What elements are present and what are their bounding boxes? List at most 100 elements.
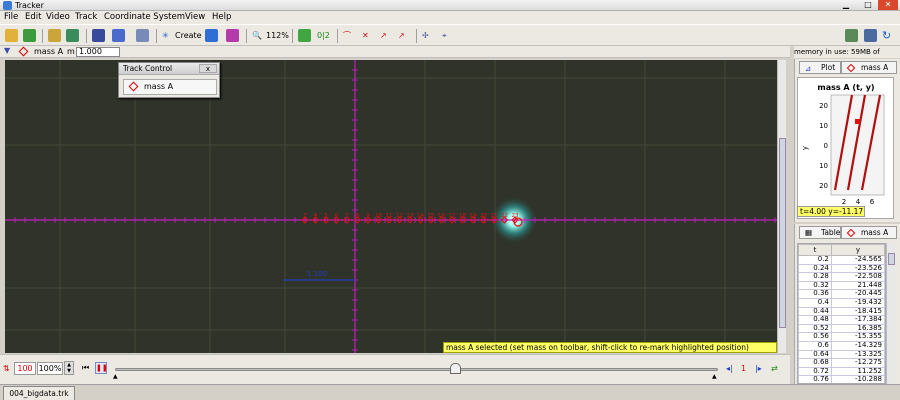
autotrack-icon[interactable]: ✢ xyxy=(422,28,429,43)
create-star-icon[interactable]: ✳ xyxy=(162,28,169,43)
track-list-icon[interactable] xyxy=(205,29,218,42)
menu-track[interactable]: Track xyxy=(75,12,97,22)
step-back-icon[interactable]: ◂| xyxy=(726,364,733,373)
track-name[interactable]: mass A xyxy=(34,47,63,56)
table-row[interactable]: 0.2 -24.565 xyxy=(798,255,885,265)
menu-coordinate-system[interactable]: Coordinate System xyxy=(104,12,185,22)
column-header-t[interactable]: t xyxy=(798,244,832,256)
cell-y[interactable]: -10.288 xyxy=(830,375,885,383)
cell-t[interactable]: 0.28 xyxy=(798,272,832,282)
cell-y[interactable]: -22.508 xyxy=(830,272,885,282)
clip-settings-icon[interactable] xyxy=(92,29,105,42)
table-row[interactable]: 0.76 -10.288 xyxy=(798,375,885,383)
notes-icon[interactable] xyxy=(845,29,858,42)
table-row[interactable]: 0.28 -22.508 xyxy=(798,272,885,282)
start-marker-icon[interactable]: ▲ xyxy=(113,373,118,380)
rate-field[interactable]: 100 xyxy=(14,362,36,375)
table-row[interactable]: 0.4 -19.432 xyxy=(798,297,885,308)
path-icon[interactable]: ⌒ xyxy=(343,28,351,43)
mass-input[interactable]: 1.000 xyxy=(76,47,120,57)
rate-arrows-icon[interactable]: ⇅ xyxy=(3,364,10,373)
cell-y[interactable]: -14.329 xyxy=(830,340,885,351)
cell-y[interactable]: -12.275 xyxy=(830,358,885,368)
cell-t[interactable]: 0.48 xyxy=(798,315,832,325)
import-icon[interactable] xyxy=(66,29,79,42)
frame-slider-thumb[interactable] xyxy=(450,363,461,374)
save-icon[interactable] xyxy=(23,29,36,42)
open-folder-icon[interactable] xyxy=(5,29,18,42)
track-control-window[interactable]: Track Control x mass A xyxy=(118,62,220,98)
zoom-level[interactable]: 112% xyxy=(266,28,289,43)
step-forward-icon[interactable]: |▸ xyxy=(755,364,762,373)
open-video-icon[interactable] xyxy=(48,29,61,42)
track-control-item[interactable]: mass A xyxy=(123,79,217,95)
zoom-field[interactable]: 100% xyxy=(37,362,63,375)
toolbar-separator xyxy=(86,29,87,43)
video-overlay[interactable]: 3 4 5 6 7 8 9 10 11 12 13 14 15 16 17 18 19 20 21 22 23 1.10… xyxy=(5,60,777,353)
menu-view[interactable]: View xyxy=(185,12,205,22)
measuring-tool-icon[interactable]: ⌖ xyxy=(442,28,447,43)
end-marker-icon[interactable]: ▲ xyxy=(712,373,717,380)
zoom-magnifier-icon[interactable]: 🔍 xyxy=(252,28,262,43)
plot-coordinate-readout: t=4.00 y=-11.17 xyxy=(797,206,865,217)
zoom-spinner[interactable]: ▲ ▼ xyxy=(64,361,74,375)
plot-tab[interactable]: ⊿ Plot xyxy=(799,61,841,74)
scrollbar-thumb[interactable] xyxy=(779,138,786,328)
cell-t[interactable]: 0.68 xyxy=(798,358,832,368)
track-menu-chevron-icon[interactable]: ▼ xyxy=(4,46,10,55)
tape-measure-icon[interactable] xyxy=(136,29,149,42)
mass-label: m xyxy=(67,47,75,56)
plot-xtick-label: 6 xyxy=(870,198,875,206)
table-row[interactable]: 0.48 -17.384 xyxy=(798,315,885,325)
cell-t[interactable]: 0.4 xyxy=(798,297,832,308)
velocity-icon[interactable]: ↗ xyxy=(380,28,387,43)
plot-track-tab[interactable]: mass A xyxy=(841,61,897,74)
video-canvas[interactable]: 3 4 5 6 7 8 9 10 11 12 13 14 15 16 17 18 19 20 21 22 23 1.10… xyxy=(5,60,777,353)
minimize-button[interactable]: ▁ xyxy=(836,0,856,10)
menu-file[interactable]: File xyxy=(4,12,18,22)
plot-selected-point[interactable] xyxy=(855,119,860,124)
table-scrollbar[interactable] xyxy=(886,243,895,384)
acceleration-icon[interactable]: ↗ xyxy=(398,28,405,43)
scrollbar-thumb[interactable] xyxy=(888,253,895,265)
cell-y[interactable]: -17.384 xyxy=(830,315,885,325)
menu-bar: File Edit Video Track Coordinate System … xyxy=(0,11,900,24)
table-row[interactable]: 0.6 -14.329 xyxy=(798,340,885,351)
track-diamond-icon xyxy=(846,228,856,238)
frame-slider-track[interactable] xyxy=(115,368,718,371)
footprint-icon[interactable] xyxy=(298,29,311,42)
menu-edit[interactable]: Edit xyxy=(25,12,41,22)
track-point-label: 19 xyxy=(470,213,477,219)
refresh-icon[interactable]: ↻ xyxy=(882,28,891,43)
track-diamond-icon xyxy=(128,81,139,92)
loop-icon[interactable]: ⇄ xyxy=(771,364,778,373)
position-icon[interactable]: ✕ xyxy=(362,28,369,43)
coordinate-axes-icon[interactable] xyxy=(112,29,125,42)
plot-area[interactable]: mass A (t, y) y 20 10 0 10 20 2 4 6 xyxy=(797,77,894,219)
cell-t[interactable]: 0.76 xyxy=(798,375,832,383)
table-track-tab[interactable]: mass A xyxy=(841,226,897,239)
table-tab[interactable]: ▦ Table xyxy=(799,226,841,239)
cell-t[interactable]: 0.2 xyxy=(798,255,832,265)
create-button[interactable]: Create xyxy=(175,28,202,43)
menu-video[interactable]: Video xyxy=(46,12,70,22)
video-scrollbar[interactable] xyxy=(777,60,786,353)
track-control-close-button[interactable]: x xyxy=(199,64,217,73)
trail-toggle[interactable]: 0|2 xyxy=(317,28,330,43)
file-tab[interactable]: 004_bigdata.trk xyxy=(3,386,75,400)
print-icon[interactable] xyxy=(864,29,877,42)
cell-y[interactable]: -24.565 xyxy=(830,255,885,265)
close-button[interactable]: ✕ xyxy=(878,0,898,10)
reset-button[interactable]: ⏮ xyxy=(82,363,89,373)
track-visibility-icon[interactable] xyxy=(226,29,239,42)
pause-button[interactable]: ❚❚ xyxy=(95,362,108,374)
track-point-label: 12 xyxy=(396,213,403,219)
column-header-y[interactable]: y xyxy=(830,244,885,256)
table-grid-icon: ▦ xyxy=(805,228,813,237)
data-table[interactable]: t y 0.2 -24.565 0.24 -23.526 0.28 -22.508 0.32… xyxy=(797,243,886,384)
maximize-button[interactable]: □ xyxy=(858,0,878,10)
table-row[interactable]: 0.68 -12.275 xyxy=(798,358,885,368)
cell-t[interactable]: 0.6 xyxy=(798,340,832,351)
cell-y[interactable]: -19.432 xyxy=(830,297,885,308)
menu-help[interactable]: Help xyxy=(212,12,231,22)
